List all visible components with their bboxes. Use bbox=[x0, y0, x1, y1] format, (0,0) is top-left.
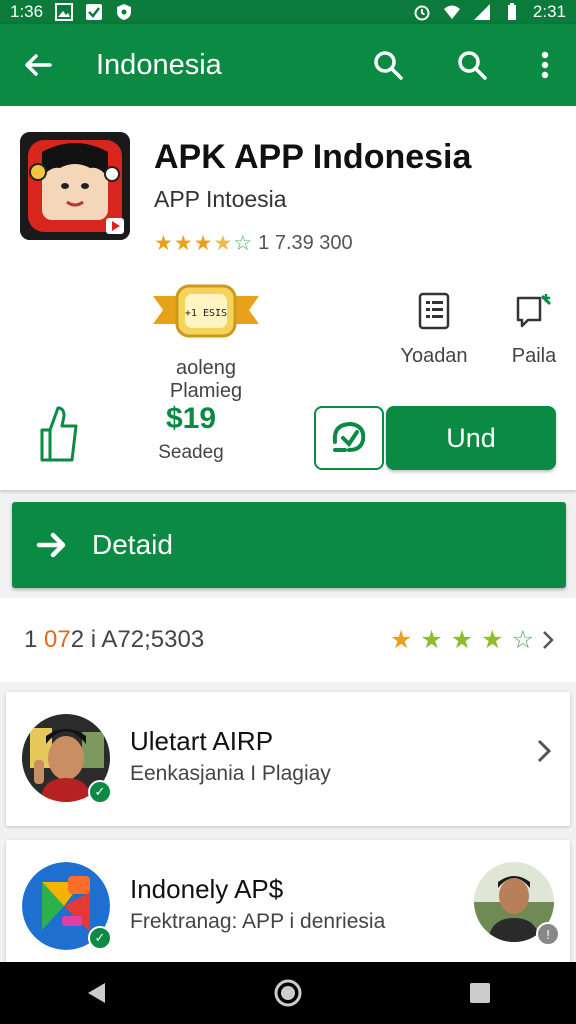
feature-label: Paila bbox=[511, 345, 557, 367]
nav-home-icon bbox=[274, 979, 302, 1007]
star-full-icon: ★ bbox=[420, 625, 443, 654]
stats-number: 1 072 i A72;5303 bbox=[24, 626, 204, 654]
status-time-right: 2:31 bbox=[532, 2, 566, 21]
badge-text: +1 ESIS bbox=[185, 308, 227, 319]
chevron-right-icon bbox=[543, 631, 554, 649]
status-time-left: 1:36 bbox=[10, 2, 44, 21]
search-button-2[interactable] bbox=[430, 24, 514, 106]
wishlist-button[interactable] bbox=[314, 406, 384, 470]
star-full-icon: ★ bbox=[481, 625, 504, 654]
detail-label: Detaid bbox=[92, 529, 173, 560]
stats-prefix: 1 bbox=[24, 626, 45, 653]
arrow-right-icon bbox=[36, 532, 66, 558]
star-full-icon: ★ bbox=[154, 232, 173, 255]
check-icon bbox=[86, 4, 103, 20]
feature-label: Yoadan bbox=[400, 345, 468, 367]
alarm-icon bbox=[414, 5, 430, 21]
detail-button[interactable]: Detaid bbox=[12, 502, 566, 588]
more-vert-icon bbox=[541, 51, 549, 79]
system-nav-bar bbox=[0, 962, 576, 1024]
price-block: $19 Seadeg bbox=[150, 402, 232, 464]
more-options-button[interactable] bbox=[514, 24, 576, 106]
app-name: APK APP Indonesia bbox=[154, 138, 472, 176]
install-button[interactable]: Und bbox=[386, 406, 556, 470]
chat-edit-icon bbox=[516, 294, 552, 328]
feature-yoadan[interactable]: Yoadan bbox=[394, 292, 474, 368]
list-item-title: Indonely AP$ bbox=[130, 874, 284, 904]
wifi-icon bbox=[443, 5, 460, 19]
stats-row[interactable]: 1 072 i A72;5303 ★ ★ ★ ★ ☆ bbox=[0, 598, 576, 682]
search-icon bbox=[374, 51, 403, 80]
nav-home-button[interactable] bbox=[258, 963, 318, 1023]
app-icon[interactable] bbox=[20, 132, 130, 240]
price-sub: Seadeg bbox=[158, 442, 224, 463]
image-icon bbox=[55, 3, 74, 21]
nav-recents-icon bbox=[470, 983, 490, 1003]
status-bar: 1:36 2:31 bbox=[0, 0, 576, 24]
app-bar: Indonesia bbox=[0, 24, 576, 106]
thumbs-up-icon[interactable] bbox=[36, 404, 82, 464]
star-full-icon: ★ bbox=[193, 232, 213, 255]
rating-row: ★ ★ ★ ★ ☆ 1 7.39 300 bbox=[154, 232, 353, 255]
refresh-check-icon bbox=[332, 421, 366, 452]
badge-label: aoleng Plamieg bbox=[169, 357, 243, 402]
document-icon bbox=[418, 292, 450, 330]
rating-stars: ★ ★ ★ ★ ☆ bbox=[154, 233, 252, 254]
app-developer[interactable]: APP Intoesia bbox=[154, 186, 287, 213]
award-ribbon-icon: +1 ESIS bbox=[153, 284, 259, 338]
info-badge-icon: ! bbox=[536, 922, 560, 946]
chevron-right-icon[interactable] bbox=[536, 738, 552, 772]
rating-count: 1 7.39 300 bbox=[258, 232, 353, 254]
back-arrow-icon bbox=[25, 54, 52, 76]
nav-recents-button[interactable] bbox=[450, 963, 510, 1023]
star-full-icon: ★ bbox=[389, 625, 413, 654]
nav-back-icon bbox=[88, 983, 105, 1003]
star-empty-icon: ☆ bbox=[233, 232, 253, 255]
star-full-icon: ★ bbox=[450, 625, 474, 654]
editors-badge[interactable]: +1 ESIS aoleng Plamieg bbox=[140, 282, 272, 403]
list-item-subtitle: Frektranag: APP i denriesia bbox=[130, 910, 386, 933]
verified-badge-icon: ✓ bbox=[88, 780, 112, 804]
verified-badge-icon: ✓ bbox=[88, 926, 112, 950]
list-item[interactable]: ✓ Uletart AIRP Eenkasjania I Plagiay bbox=[6, 692, 570, 826]
app-logo-icon bbox=[20, 132, 130, 240]
nav-back-button[interactable] bbox=[66, 963, 126, 1023]
back-button[interactable] bbox=[0, 24, 76, 106]
list-item-title: Uletart AIRP bbox=[130, 726, 274, 756]
star-full-icon: ★ bbox=[173, 232, 193, 255]
star-half-icon: ★ bbox=[213, 232, 233, 255]
stats-rest: 2 i A72;5303 bbox=[70, 626, 205, 653]
search-button[interactable] bbox=[346, 24, 430, 106]
list-item[interactable]: ✓ Indonely AP$ Frektranag: APP i denries… bbox=[6, 840, 570, 964]
battery-icon bbox=[507, 3, 516, 20]
star-half-icon: ☆ bbox=[511, 625, 534, 654]
price-value: $19 bbox=[165, 402, 217, 435]
app-header-card: APK APP Indonesia APP Intoesia ★ ★ ★ ★ ☆… bbox=[0, 106, 576, 490]
search-icon bbox=[458, 51, 487, 80]
stats-highlight: 07 bbox=[44, 626, 71, 653]
list-item-subtitle: Eenkasjania I Plagiay bbox=[130, 762, 331, 785]
shield-icon bbox=[117, 4, 132, 20]
signal-icon bbox=[473, 4, 490, 20]
feature-paila[interactable]: Paila bbox=[494, 292, 574, 368]
app-bar-title: Indonesia bbox=[96, 48, 222, 81]
